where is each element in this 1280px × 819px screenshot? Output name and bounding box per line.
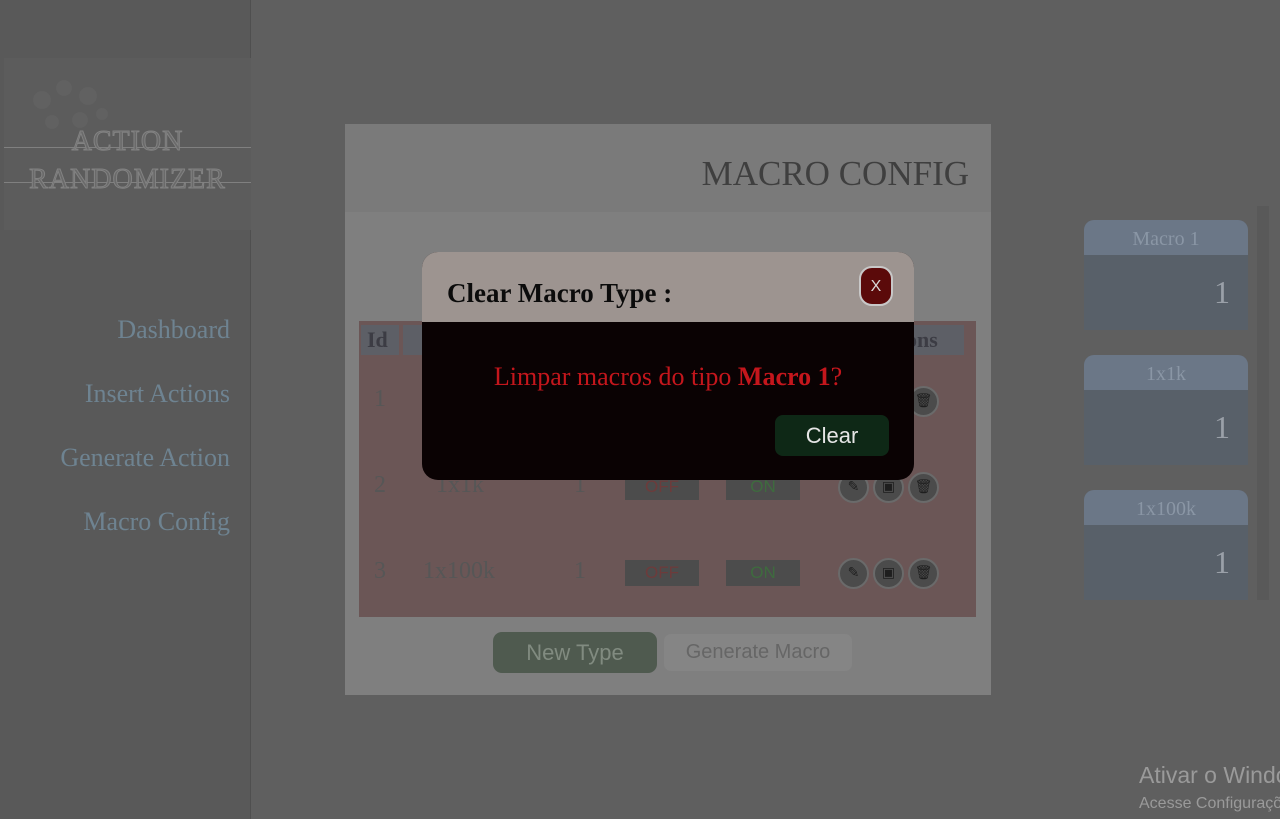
modal-title: Clear Macro Type : xyxy=(447,278,673,308)
new-type-button[interactable]: New Type xyxy=(493,632,657,673)
sidebar: ACTION RANDOMIZER Dashboard Insert Actio… xyxy=(0,0,251,819)
edit-button[interactable]: ✎ xyxy=(838,558,869,589)
off-toggle[interactable]: OFF xyxy=(625,560,699,586)
delete-button[interactable]: 🗑 xyxy=(908,558,939,589)
sidebar-item-dashboard[interactable]: Dashboard xyxy=(60,310,230,374)
stat-card-value: 1 xyxy=(1214,409,1230,445)
trash-icon: 🗑 xyxy=(914,480,933,495)
row-id: 2 xyxy=(374,472,386,498)
card-header: MACRO CONFIG xyxy=(345,124,991,212)
logo-text-line1: ACTION xyxy=(71,126,184,158)
modal-message-suffix: ? xyxy=(830,362,843,391)
column-header-id: Id xyxy=(361,325,399,355)
row-name: 1x100k xyxy=(423,558,495,584)
pencil-icon: ✎ xyxy=(847,566,860,581)
stat-card-title: 1x100k xyxy=(1084,490,1248,525)
activation-watermark-subtitle: Acesse Configurações xyxy=(1139,795,1280,812)
sidebar-item-macro-config[interactable]: Macro Config xyxy=(60,502,230,566)
row-id: 1 xyxy=(374,386,386,412)
modal-message-type: Macro 1 xyxy=(737,362,831,391)
clear-macro-type-modal: Clear Macro Type : X Limpar macros do ti… xyxy=(422,252,914,480)
pencil-icon: ✎ xyxy=(847,480,860,495)
scrollbar[interactable] xyxy=(1257,206,1269,600)
stat-card-title: 1x1k xyxy=(1084,355,1248,390)
sidebar-item-generate-action[interactable]: Generate Action xyxy=(60,438,230,502)
modal-message: Limpar macros do tipo Macro 1? xyxy=(422,362,914,392)
clear-button[interactable]: Clear xyxy=(775,415,889,456)
stat-card-title: Macro 1 xyxy=(1084,220,1248,255)
stat-card-macro-1: Macro 1 1 xyxy=(1084,220,1248,330)
page-title: MACRO CONFIG xyxy=(701,154,969,193)
stat-card-1x1k: 1x1k 1 xyxy=(1084,355,1248,465)
modal-message-prefix: Limpar macros do tipo xyxy=(493,362,738,391)
logo: ACTION RANDOMIZER xyxy=(4,58,251,230)
activation-watermark-title: Ativar o Windows xyxy=(1139,762,1280,788)
sidebar-nav: Dashboard Insert Actions Generate Action… xyxy=(60,310,230,566)
stat-card-1x100k: 1x100k 1 xyxy=(1084,490,1248,600)
toolbox-icon: ▣ xyxy=(881,480,896,495)
on-toggle[interactable]: ON xyxy=(726,560,800,586)
sidebar-item-insert-actions[interactable]: Insert Actions xyxy=(60,374,230,438)
logo-text-line2: RANDOMIZER xyxy=(29,164,226,196)
export-button[interactable]: ▣ xyxy=(873,558,904,589)
generate-macro-button[interactable]: Generate Macro xyxy=(664,634,852,671)
row-qty: 1 xyxy=(574,558,586,584)
close-button[interactable]: X xyxy=(859,266,893,306)
column-header-name xyxy=(403,325,423,355)
modal-header: Clear Macro Type : X xyxy=(422,252,914,322)
toolbox-icon: ▣ xyxy=(881,566,896,581)
delete-button[interactable]: 🗑 xyxy=(908,472,939,503)
row-id: 3 xyxy=(374,558,386,584)
trash-icon: 🗑 xyxy=(914,566,933,581)
trash-icon: 🗑 xyxy=(914,394,933,409)
stat-card-value: 1 xyxy=(1214,544,1230,580)
stat-card-value: 1 xyxy=(1214,274,1230,310)
